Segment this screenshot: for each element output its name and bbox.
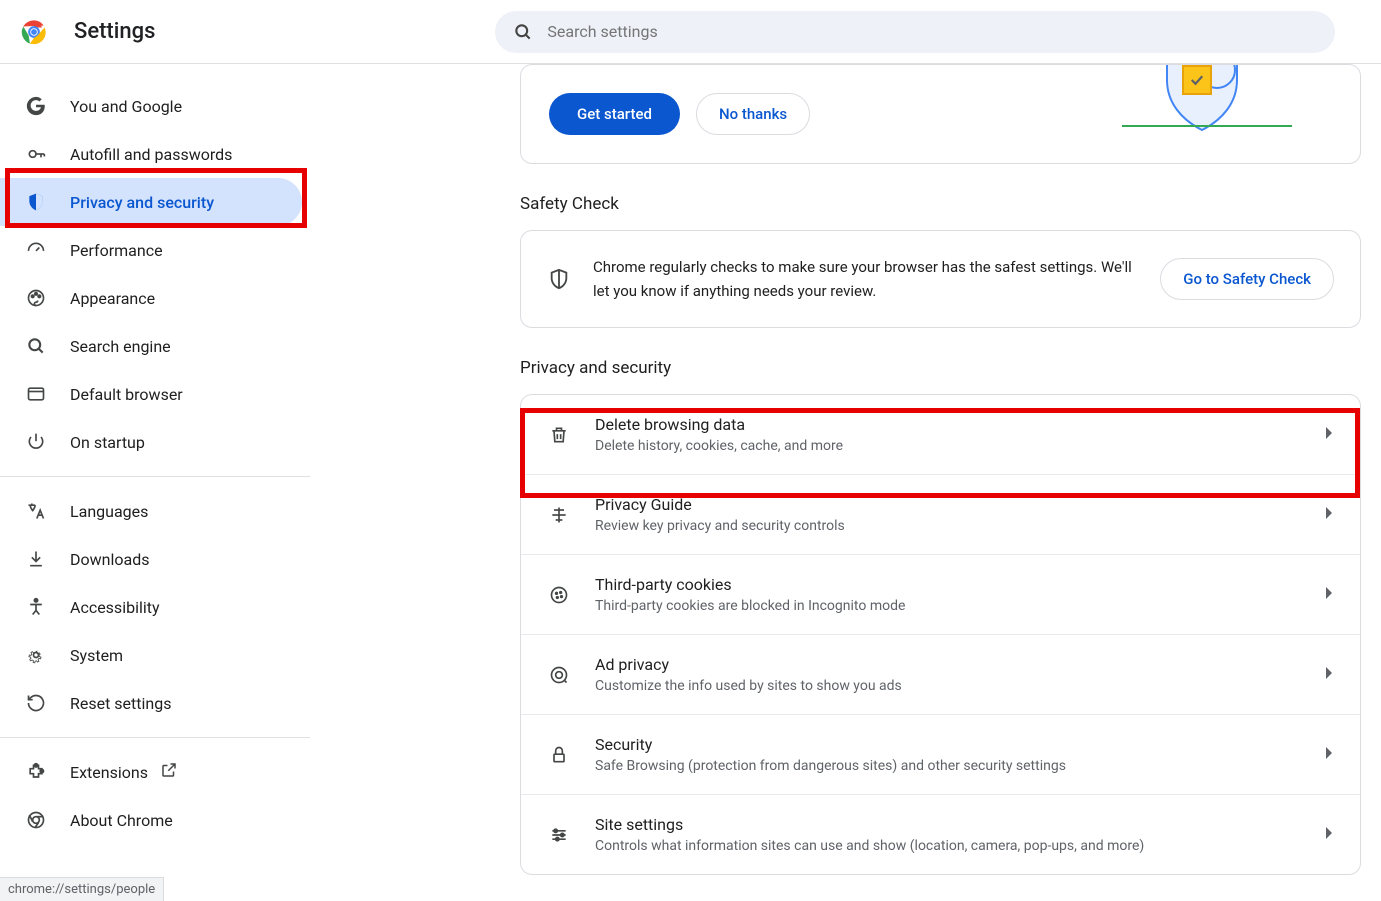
key-icon <box>24 142 48 166</box>
privacy-row-delete-browsing-data[interactable]: Delete browsing data Delete history, cook… <box>521 395 1360 475</box>
sidebar: You and Google Autofill and passwords Priv… <box>0 64 310 901</box>
chevron-right-icon <box>1324 505 1334 524</box>
search-input[interactable] <box>547 22 1317 41</box>
sidebar-item-label: On startup <box>70 433 145 452</box>
sidebar-item-label: Appearance <box>70 289 155 308</box>
shield-icon <box>24 190 48 214</box>
safety-check-card: Chrome regularly checks to make sure you… <box>520 230 1361 328</box>
sidebar-item-label: Search engine <box>70 337 171 356</box>
sidebar-item-label: Accessibility <box>70 598 160 617</box>
chevron-right-icon <box>1324 825 1334 844</box>
sidebar-item-label: Privacy and security <box>70 193 214 212</box>
system-icon <box>24 643 48 667</box>
promo-illustration <box>1112 64 1332 135</box>
sidebar-item-label: Reset settings <box>70 694 171 713</box>
row-title: Privacy Guide <box>595 495 1300 514</box>
chevron-right-icon <box>1324 665 1334 684</box>
sidebar-item-performance[interactable]: Performance <box>0 226 302 274</box>
safety-check-text: Chrome regularly checks to make sure you… <box>593 255 1138 303</box>
sidebar-item-privacy-and-security[interactable]: Privacy and security <box>0 178 302 226</box>
sidebar-item-appearance[interactable]: Appearance <box>0 274 302 322</box>
row-title: Delete browsing data <box>595 415 1300 434</box>
accessibility-icon <box>24 595 48 619</box>
sidebar-item-label: Languages <box>70 502 148 521</box>
get-started-button[interactable]: Get started <box>549 93 680 135</box>
trash-icon <box>547 423 571 447</box>
chevron-right-icon <box>1324 745 1334 764</box>
lock-icon <box>547 743 571 767</box>
promo-card: Get started No thanks <box>520 64 1361 164</box>
google-icon <box>24 94 48 118</box>
search-icon <box>24 334 48 358</box>
row-title: Security <box>595 735 1300 754</box>
privacy-row-security[interactable]: Security Safe Browsing (protection from d… <box>521 715 1360 795</box>
sidebar-item-extensions[interactable]: Extensions <box>0 748 302 796</box>
sidebar-item-system[interactable]: System <box>0 631 302 679</box>
header: Settings <box>0 0 1381 64</box>
sidebar-item-label: About Chrome <box>70 811 173 830</box>
page-title: Settings <box>74 19 155 44</box>
extensions-icon <box>24 760 48 784</box>
privacy-row-third-party-cookies[interactable]: Third-party cookies Third-party cookies a… <box>521 555 1360 635</box>
sidebar-item-label: Default browser <box>70 385 183 404</box>
privacy-row-ad-privacy[interactable]: Ad privacy Customize the info used by sit… <box>521 635 1360 715</box>
chrome-icon <box>24 808 48 832</box>
download-icon <box>24 547 48 571</box>
chevron-right-icon <box>1324 425 1334 444</box>
sidebar-item-on-startup[interactable]: On startup <box>0 418 302 466</box>
sidebar-item-label: Autofill and passwords <box>70 145 232 164</box>
shield-icon <box>547 267 571 291</box>
row-subtitle: Customize the info used by sites to show… <box>595 678 1300 694</box>
language-icon <box>24 499 48 523</box>
row-subtitle: Delete history, cookies, cache, and more <box>595 438 1300 454</box>
sidebar-item-label: System <box>70 646 123 665</box>
external-link-icon <box>160 761 178 783</box>
safety-check-heading: Safety Check <box>520 194 1361 214</box>
sidebar-item-default-browser[interactable]: Default browser <box>0 370 302 418</box>
browser-icon <box>24 382 48 406</box>
privacy-list: Delete browsing data Delete history, cook… <box>520 394 1361 875</box>
status-bar: chrome://settings/people <box>0 877 164 901</box>
sidebar-item-label: Extensions <box>70 763 148 782</box>
privacy-row-privacy-guide[interactable]: Privacy Guide Review key privacy and secu… <box>521 475 1360 555</box>
main-content: Get started No thanks Safety Check Chrom… <box>310 64 1381 901</box>
search-icon <box>513 22 533 42</box>
adprivacy-icon <box>547 663 571 687</box>
row-subtitle: Controls what information sites can use … <box>595 838 1300 854</box>
sidebar-item-label: Performance <box>70 241 163 260</box>
row-subtitle: Safe Browsing (protection from dangerous… <box>595 758 1300 774</box>
sliders-icon <box>547 823 571 847</box>
sidebar-item-search-engine[interactable]: Search engine <box>0 322 302 370</box>
row-title: Third-party cookies <box>595 575 1300 594</box>
sidebar-item-you-and-google[interactable]: You and Google <box>0 82 302 130</box>
reset-icon <box>24 691 48 715</box>
sidebar-item-languages[interactable]: Languages <box>0 487 302 535</box>
appearance-icon <box>24 286 48 310</box>
row-title: Ad privacy <box>595 655 1300 674</box>
chrome-logo-icon <box>20 18 48 46</box>
search-box[interactable] <box>495 11 1335 53</box>
sidebar-divider <box>0 476 310 477</box>
cookie-icon <box>547 583 571 607</box>
go-to-safety-check-button[interactable]: Go to Safety Check <box>1160 258 1334 300</box>
row-subtitle: Third-party cookies are blocked in Incog… <box>595 598 1300 614</box>
sidebar-item-label: You and Google <box>70 97 182 116</box>
sidebar-item-downloads[interactable]: Downloads <box>0 535 302 583</box>
sidebar-item-reset-settings[interactable]: Reset settings <box>0 679 302 727</box>
sidebar-item-accessibility[interactable]: Accessibility <box>0 583 302 631</box>
row-subtitle: Review key privacy and security controls <box>595 518 1300 534</box>
no-thanks-button[interactable]: No thanks <box>696 93 810 135</box>
sidebar-item-autofill-and-passwords[interactable]: Autofill and passwords <box>0 130 302 178</box>
row-title: Site settings <box>595 815 1300 834</box>
sidebar-item-about-chrome[interactable]: About Chrome <box>0 796 302 844</box>
performance-icon <box>24 238 48 262</box>
sidebar-item-label: Downloads <box>70 550 149 569</box>
power-icon <box>24 430 48 454</box>
sidebar-divider <box>0 737 310 738</box>
privacy-section-heading: Privacy and security <box>520 358 1361 378</box>
guide-icon <box>547 503 571 527</box>
chevron-right-icon <box>1324 585 1334 604</box>
privacy-row-site-settings[interactable]: Site settings Controls what information s… <box>521 795 1360 874</box>
